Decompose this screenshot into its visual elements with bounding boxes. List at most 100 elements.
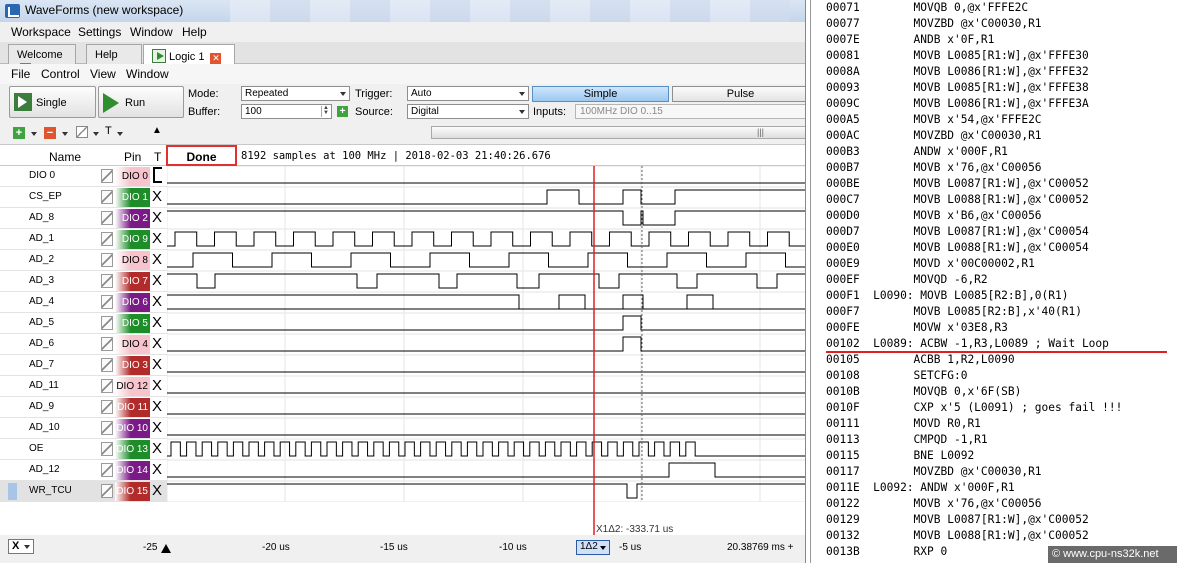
title-bar: WaveForms (new workspace) (0, 0, 805, 22)
chevron-down-icon[interactable] (93, 132, 99, 136)
add-channel-icon[interactable]: + (13, 127, 25, 139)
edit-signal-icon[interactable] (101, 274, 113, 288)
edit-signal-icon[interactable] (101, 337, 113, 351)
code-line: 00111 MOVD R0,R1 (826, 417, 981, 430)
signal-pin: DIO 0 (115, 167, 150, 186)
tab-welcome[interactable]: Welcome+ (8, 44, 76, 74)
menu-control[interactable]: Control (41, 67, 80, 81)
signal-row[interactable]: CS_EP DIO 1X (0, 187, 167, 208)
trigger-ignore-icon[interactable]: X (152, 272, 162, 289)
waveform-plot[interactable] (167, 166, 806, 502)
trigger-ignore-icon[interactable]: X (152, 377, 162, 394)
remove-channel-icon[interactable]: − (44, 127, 56, 139)
menu-view[interactable]: View (90, 67, 116, 81)
code-line: 000E0 MOVB L0088[R1:W],@x'C00054 (826, 241, 1089, 254)
trigger-ignore-icon[interactable]: X (152, 209, 162, 226)
edit-signal-icon[interactable] (101, 421, 113, 435)
trigger-ignore-icon[interactable]: X (152, 293, 162, 310)
column-trigger: T (154, 150, 162, 164)
signal-row[interactable]: OE DIO 13 X (0, 439, 167, 460)
tab-logic-1[interactable]: Logic 1 ✕ (143, 44, 235, 65)
signal-row[interactable]: AD_9 DIO 11 X (0, 397, 167, 418)
mode-select[interactable]: Repeated (241, 86, 350, 101)
trigger-column-menu[interactable]: T (105, 125, 112, 137)
edit-channel-icon[interactable] (76, 126, 88, 138)
edit-signal-icon[interactable] (101, 232, 113, 246)
signal-row[interactable]: AD_1 DIO 9X (0, 229, 167, 250)
signal-row[interactable]: WR_TCU DIO 15 X (0, 481, 167, 502)
signal-name: AD_5 (29, 317, 55, 328)
menu-window[interactable]: Window (130, 25, 173, 39)
edit-signal-icon[interactable] (101, 358, 113, 372)
menu-workspace[interactable]: Workspace (11, 25, 71, 39)
code-line: 000C7 MOVB L0088[R1:W],@x'C00052 (826, 193, 1089, 206)
close-tab-icon[interactable]: ✕ (210, 53, 222, 64)
single-button[interactable]: Single (9, 86, 96, 118)
trigger-ignore-icon[interactable]: X (152, 230, 162, 247)
trigger-ignore-icon[interactable]: X (152, 251, 162, 268)
signal-row[interactable]: AD_8 DIO 2X (0, 208, 167, 229)
trigger-ignore-icon[interactable]: X (152, 482, 162, 499)
signal-row[interactable]: AD_4 DIO 6X (0, 292, 167, 313)
cursor-delta-button[interactable]: 1Δ2 (576, 540, 610, 555)
run-button[interactable]: Run (98, 86, 184, 118)
trigger-ignore-icon[interactable]: X (152, 356, 162, 373)
edit-signal-icon[interactable] (101, 211, 113, 225)
chevron-down-icon[interactable] (31, 132, 37, 136)
trigger-ignore-icon[interactable]: X (152, 335, 162, 352)
edit-signal-icon[interactable] (101, 379, 113, 393)
signal-row[interactable]: AD_7 DIO 3X (0, 355, 167, 376)
trigger-position-icon[interactable] (161, 544, 171, 553)
edit-signal-icon[interactable] (101, 442, 113, 456)
cursor-delta-readout: X1Δ2: -333.71 us (596, 524, 674, 535)
disassembly-listing: 00071 MOVQB 0,@x'FFFE2C 00077 MOVZBD @x'C… (810, 0, 1177, 563)
signal-row[interactable]: AD_3 DIO 7X (0, 271, 167, 292)
signal-row[interactable]: AD_11 DIO 12 X (0, 376, 167, 397)
trigger-ignore-icon[interactable]: X (152, 188, 162, 205)
edit-signal-icon[interactable] (101, 400, 113, 414)
pulse-trigger-button[interactable]: Pulse (672, 86, 805, 102)
signal-row[interactable]: AD_6 DIO 4X (0, 334, 167, 355)
chevron-down-icon[interactable] (62, 132, 68, 136)
buffer-spinbox[interactable]: 100 ▲ ▼ (241, 104, 332, 119)
edit-signal-icon[interactable] (101, 484, 113, 498)
tab-help[interactable]: Help (86, 44, 142, 64)
falling-edge-trigger-icon[interactable] (153, 167, 162, 183)
edit-signal-icon[interactable] (101, 190, 113, 204)
menu-settings[interactable]: Settings (78, 25, 121, 39)
trigger-ignore-icon[interactable]: X (152, 314, 162, 331)
source-select[interactable]: Digital (407, 104, 529, 119)
edit-signal-icon[interactable] (101, 295, 113, 309)
add-buffer-icon[interactable]: + (337, 106, 348, 117)
trigger-ignore-icon[interactable]: X (152, 461, 162, 478)
horizontal-scrollbar[interactable]: ||| (431, 126, 805, 139)
copyright-watermark: © www.cpu-ns32k.net (1048, 546, 1177, 563)
edit-signal-icon[interactable] (101, 169, 113, 183)
window-title: WaveForms (new workspace) (25, 3, 184, 17)
spin-arrows-icon[interactable]: ▲ ▼ (321, 105, 330, 117)
menu-help[interactable]: Help (182, 25, 207, 39)
signal-name: AD_8 (29, 212, 55, 223)
mode-value: Repeated (245, 88, 289, 99)
simple-trigger-button[interactable]: Simple (532, 86, 669, 102)
edit-signal-icon[interactable] (101, 253, 113, 267)
signal-row[interactable]: AD_5 DIO 5X (0, 313, 167, 334)
collapse-icon[interactable]: ▲ (152, 125, 162, 136)
chevron-down-icon[interactable] (117, 132, 123, 136)
waveform-canvas[interactable] (167, 166, 806, 502)
trigger-ignore-icon[interactable]: X (152, 419, 162, 436)
signal-row[interactable]: DIO 0 DIO 0 (0, 166, 167, 187)
x-cursor-select[interactable]: X (8, 539, 34, 554)
trigger-ignore-icon[interactable]: X (152, 440, 162, 457)
trigger-select[interactable]: Auto (407, 86, 529, 101)
signal-row[interactable]: AD_10 DIO 10 X (0, 418, 167, 439)
signal-row[interactable]: AD_12 DIO 14 X (0, 460, 167, 481)
edit-signal-icon[interactable] (101, 463, 113, 477)
edit-signal-icon[interactable] (101, 316, 113, 330)
trigger-ignore-icon[interactable]: X (152, 398, 162, 415)
menu-window-sub[interactable]: Window (126, 67, 169, 81)
signal-pin: DIO 4 (115, 335, 150, 354)
signal-row[interactable]: AD_2 DIO 8X (0, 250, 167, 271)
menu-file[interactable]: File (11, 67, 30, 81)
code-line: 000AC MOVZBD @x'C00030,R1 (826, 129, 1042, 142)
